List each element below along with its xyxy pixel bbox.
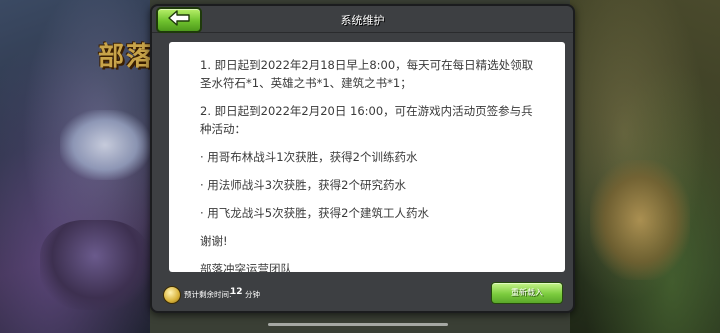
announcement-list-item: · 用法师战斗3次获胜，获得2个研究药水 [200, 178, 406, 192]
timer-value: 12 [230, 287, 243, 297]
announcement-paragraph: 1. 即日起到2022年2月18日早上8:00，每天可在每日精选处领取圣水符石*… [200, 58, 534, 90]
home-indicator[interactable] [268, 323, 448, 326]
background-character [60, 110, 150, 180]
announcement-panel: 1. 即日起到2022年2月18日早上8:00，每天可在每日精选处领取圣水符石*… [169, 42, 565, 272]
dialog-title: 系统维护 [340, 14, 385, 27]
dialog-footer: 预计剩余时间: 12 分钟 重新载入 [152, 277, 573, 311]
timer-unit: 分钟 [245, 290, 260, 299]
announcement-thanks: 谢谢! [200, 234, 228, 248]
timer-icon [163, 286, 181, 304]
background-game-title: 部落 [98, 42, 155, 72]
timer-label: 预计剩余时间: [184, 290, 232, 299]
announcement-signature: 部落冲突运营团队 [200, 262, 292, 272]
background-character [40, 220, 150, 310]
dialog-header: 系统维护 [152, 6, 573, 33]
maintenance-dialog: 系统维护 1. 即日起到2022年2月18日早上8:00，每天可在每日精选处领取… [150, 4, 575, 313]
announcement-list-item: · 用飞龙战斗5次获胜，获得2个建筑工人药水 [200, 206, 429, 220]
background-character [590, 160, 690, 280]
reload-button[interactable]: 重新载入 [491, 282, 563, 304]
announcement-list-item: · 用哥布林战斗1次获胜，获得2个训练药水 [200, 150, 418, 164]
announcement-paragraph: 2. 即日起到2022年2月20日 16:00，可在游戏内活动页签参与兵种活动： [200, 104, 533, 136]
